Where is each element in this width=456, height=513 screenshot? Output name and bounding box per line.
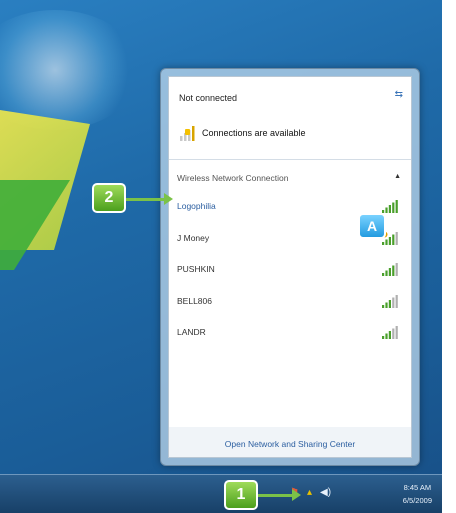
signal-bar — [392, 297, 395, 308]
network-name: LANDR — [177, 327, 206, 337]
signal-bar — [392, 202, 395, 213]
signal-bar — [395, 200, 398, 213]
callout-arrow-2 — [126, 198, 164, 201]
signal-bar — [392, 265, 395, 276]
footer: Open Network and Sharing Center — [169, 427, 411, 457]
refresh-icon[interactable]: ⇆ — [395, 89, 403, 100]
clock[interactable]: 8:45 AM 6/5/2009 — [403, 481, 432, 507]
signal-bar — [395, 263, 398, 276]
signal-bar — [392, 234, 395, 245]
network-name: Logophilia — [177, 201, 216, 211]
signal-bar — [388, 331, 391, 339]
network-panel: Not connected ⇆ Connections are availabl… — [168, 76, 412, 458]
availability-row: Connections are available — [179, 125, 306, 141]
network-item[interactable]: PUSHKIN — [177, 258, 399, 280]
network-tray-icon[interactable]: ▴ — [307, 487, 312, 498]
signal-bar — [385, 270, 388, 276]
signal-bar — [385, 239, 388, 245]
taskbar: ⚑ ▴ ◀) 8:45 AM 6/5/2009 — [0, 474, 442, 513]
signal-bar — [395, 231, 398, 245]
date-label: 6/5/2009 — [402, 496, 432, 505]
signal-bar — [382, 336, 385, 339]
network-name: PUSHKIN — [177, 264, 215, 274]
callout-marker-a: A — [358, 213, 386, 239]
connection-status: Not connected — [179, 93, 238, 103]
signal-bar — [382, 241, 385, 245]
signal-strength-icon — [382, 294, 398, 308]
divider — [169, 159, 411, 160]
network-name: BELL806 — [177, 295, 212, 306]
callout-step-2: 2 — [92, 183, 126, 213]
section-title: Wireless Network Connection — [177, 173, 289, 183]
signal-bar — [392, 328, 395, 339]
network-item[interactable]: LANDR — [177, 321, 399, 343]
collapse-caret-icon[interactable]: ▲ — [394, 173, 401, 180]
desktop-glow — [0, 10, 140, 130]
availability-label: Connections are available — [202, 128, 306, 138]
network-popup: Not connected ⇆ Connections are availabl… — [160, 68, 420, 466]
callout-step-1: 1 — [224, 480, 258, 510]
signal-warning-icon — [180, 126, 195, 141]
signal-strength-icon — [382, 263, 398, 276]
signal-bar — [388, 268, 391, 276]
signal-bar — [385, 207, 388, 213]
signal-bar — [395, 326, 398, 339]
signal-bar — [388, 299, 391, 308]
callout-arrowhead-1 — [292, 489, 301, 501]
signal-bar — [382, 273, 385, 276]
signal-strength-icon — [382, 326, 398, 339]
signal-bar — [382, 304, 385, 308]
signal-bar — [388, 236, 391, 245]
signal-bar — [385, 302, 388, 308]
network-name: J Money — [177, 232, 210, 243]
signal-bar — [388, 205, 391, 213]
callout-arrowhead-2 — [164, 193, 173, 205]
desktop: Not connected ⇆ Connections are availabl… — [0, 0, 442, 513]
signal-strength-icon — [382, 200, 398, 213]
network-item[interactable]: BELL806 — [177, 290, 399, 312]
network-sharing-center-link[interactable]: Open Network and Sharing Center — [169, 439, 411, 449]
callout-arrow-1 — [258, 494, 292, 497]
signal-bar — [385, 333, 388, 339]
time-label: 8:45 AM — [403, 483, 432, 492]
signal-bar — [395, 294, 398, 308]
volume-icon[interactable]: ◀) — [320, 487, 331, 498]
